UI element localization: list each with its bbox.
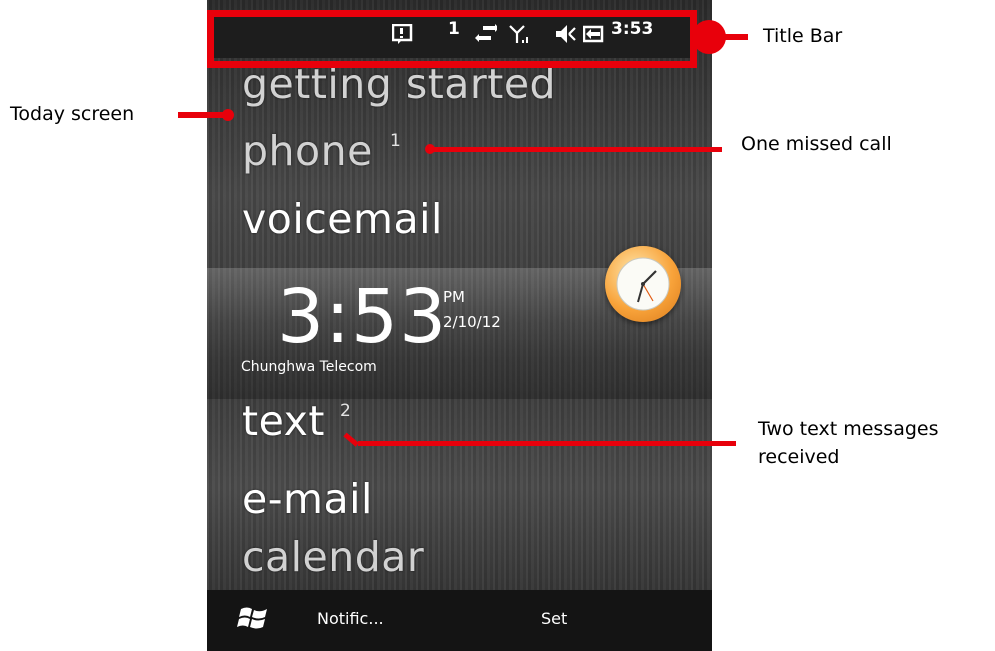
phone-screen: 1 3:53 getting started phone 1 voicemail… xyxy=(207,0,712,651)
text-messages-label-line2: received xyxy=(758,446,840,468)
title-bar-marker xyxy=(692,20,726,54)
clock-date: 2/10/12 xyxy=(443,313,501,331)
windows-start-icon[interactable] xyxy=(237,603,271,633)
today-item-voicemail[interactable]: voicemail xyxy=(242,195,443,243)
missed-call-label: One missed call xyxy=(741,133,892,155)
today-item-calendar[interactable]: calendar xyxy=(242,533,424,581)
title-bar-highlight xyxy=(207,10,697,68)
softkey-notifications[interactable]: Notific... xyxy=(317,609,384,628)
missed-call-pointer-line xyxy=(432,147,722,152)
text-pointer-line xyxy=(358,441,736,446)
soft-key-bar xyxy=(207,590,712,651)
today-item-text[interactable]: text xyxy=(242,397,325,445)
missed-call-badge: 1 xyxy=(390,131,401,151)
today-screen-label: Today screen xyxy=(10,103,135,125)
analog-clock-icon[interactable] xyxy=(605,246,681,322)
carrier-name: Chunghwa Telecom xyxy=(241,359,377,375)
title-bar-pointer-line xyxy=(722,34,748,40)
today-screen-pointer-line xyxy=(178,112,228,118)
softkey-set[interactable]: Set xyxy=(541,609,567,628)
today-item-email[interactable]: e-mail xyxy=(242,475,373,523)
today-screen-marker xyxy=(222,109,234,121)
today-item-phone[interactable]: phone xyxy=(242,127,373,175)
missed-call-marker xyxy=(425,144,435,154)
text-message-badge: 2 xyxy=(340,401,351,421)
title-bar-label: Title Bar xyxy=(763,25,843,47)
clock-ampm: PM xyxy=(443,288,465,306)
clock-time: 3:53 xyxy=(277,274,448,360)
text-messages-label-line1: Two text messages xyxy=(758,418,939,440)
